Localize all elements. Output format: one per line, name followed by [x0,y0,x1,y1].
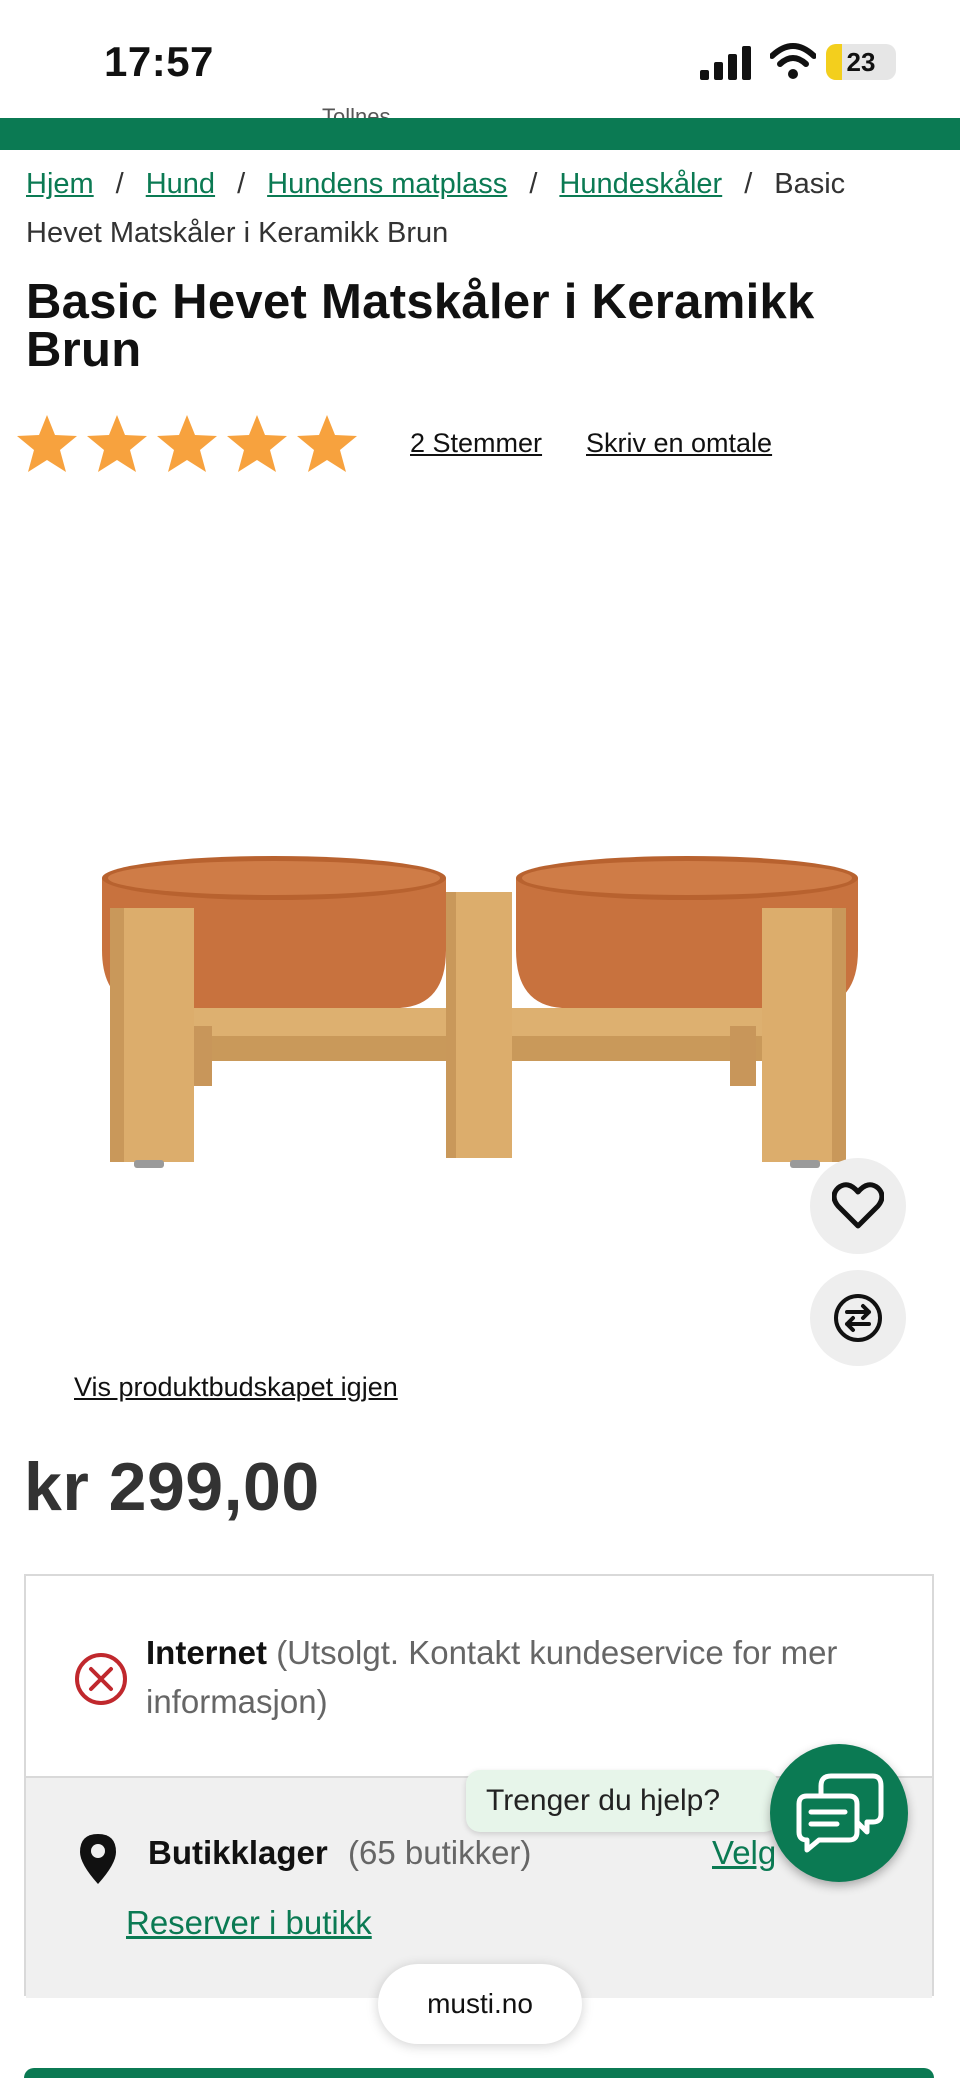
status-time: 17:57 [104,38,214,85]
product-title: Basic Hevet Matskåler i Keramikk Brun [26,275,815,377]
battery-icon: 23 [826,44,896,80]
chat-button[interactable] [770,1744,908,1882]
heart-icon [832,1182,884,1229]
breadcrumb-separator: / [115,168,124,200]
star-icon [227,415,287,472]
compare-arrows-icon [834,1294,882,1342]
status-bar: 17:57 23 [0,0,960,118]
wifi-icon [770,43,816,79]
product-image [102,856,858,1168]
breadcrumb-link-home[interactable]: Hjem [26,168,94,200]
reserve-in-store-link[interactable]: Reserver i butikk [126,1904,372,1942]
online-availability: Internet (Utsolgt. Kontakt kundeservice … [26,1576,932,1776]
compare-button[interactable] [810,1270,906,1366]
breadcrumb-separator: / [237,168,246,200]
breadcrumb-link-dog[interactable]: Hund [146,168,215,200]
breadcrumb: Hjem / Hund / Hundens matplass / Hundeskåler / B… [26,160,926,258]
sold-out-x-icon [75,1653,127,1705]
battery-percentage: 23 [846,47,876,77]
breadcrumb-link-feeding[interactable]: Hundens matplass [267,168,507,200]
chat-icon [796,1773,884,1853]
online-label: Internet [146,1634,268,1671]
browser-domain[interactable]: musti.no [378,1964,582,2044]
rating-stars [14,412,360,478]
location-pin-icon [80,1834,116,1884]
bottom-button-edge[interactable] [24,2068,934,2078]
star-icon [17,415,77,472]
select-store-link[interactable]: Velg [712,1834,776,1872]
help-bubble[interactable]: Trenger du hjelp? [466,1770,779,1832]
star-icon [87,415,147,472]
header-bar [0,118,960,150]
votes-link[interactable]: 2 Stemmer [410,428,542,459]
cellular-signal-icon [700,46,751,80]
star-icon [297,415,357,472]
store-stock-label: Butikklager [148,1834,328,1871]
breadcrumb-separator: / [744,168,753,200]
store-count: (65 butikker) [348,1834,532,1871]
write-review-link[interactable]: Skriv en omtale [586,428,772,459]
show-product-message-link[interactable]: Vis produktbudskapet igjen [74,1372,398,1403]
star-icon [157,415,217,472]
breadcrumb-link-bowls[interactable]: Hundeskåler [559,168,722,200]
online-status-text: Internet (Utsolgt. Kontakt kundeservice … [146,1628,866,1726]
product-price: kr 299,00 [24,1449,320,1525]
wishlist-button[interactable] [810,1158,906,1254]
breadcrumb-separator: / [529,168,538,200]
